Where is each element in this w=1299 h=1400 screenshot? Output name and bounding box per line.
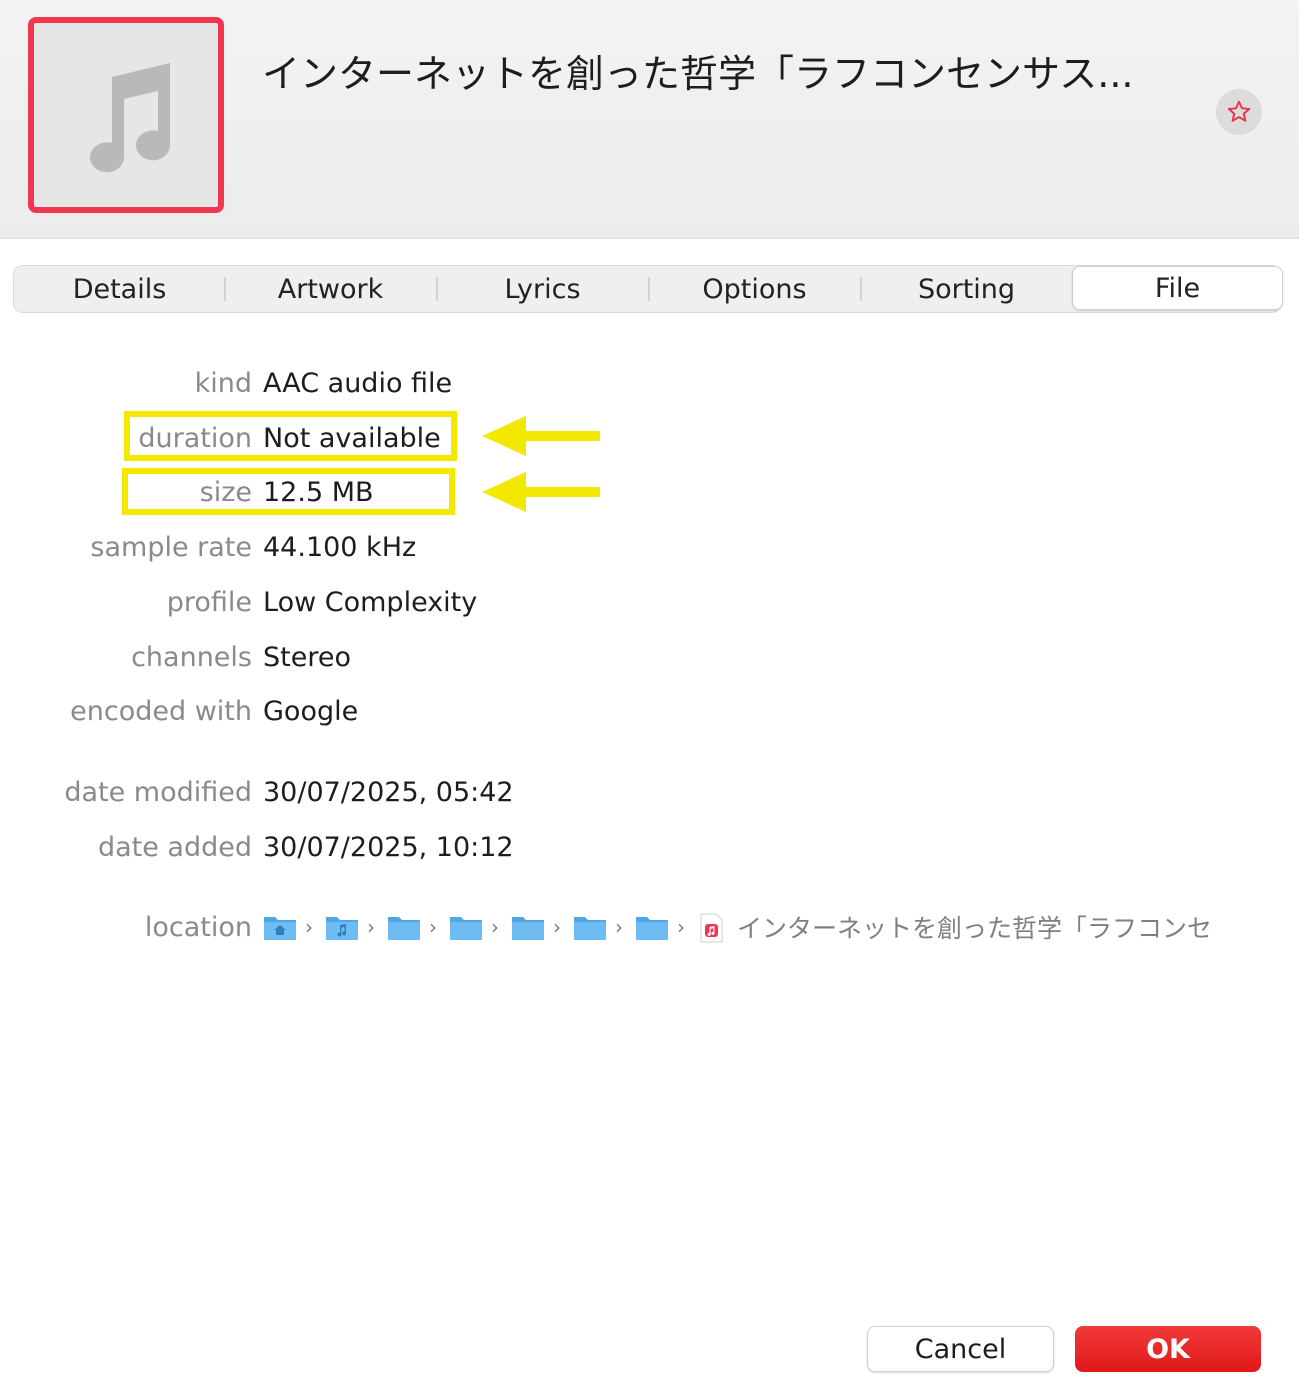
tab-label: Sorting [917,273,1016,305]
star-icon [1227,100,1251,122]
folder-icon[interactable] [573,913,607,941]
folder-icon[interactable] [387,913,421,941]
location-path: › › › › › › › インターネットを創った哲学「ラフコンセ [263,909,1227,945]
size-arrow-icon [482,472,600,512]
location-file-name[interactable]: インターネットを創った哲学「ラフコンセ [737,909,1227,945]
path-separator-icon: › [367,915,375,939]
encoded-with-label: encoded with [70,695,252,727]
track-title: インターネットを創った哲学「ラフコンセンサス... [262,52,1134,96]
path-separator-icon: › [553,915,561,939]
date-modified-label: date modified [64,776,252,808]
home-folder-icon[interactable] [263,913,297,941]
kind-value: AAC audio file [263,367,453,399]
path-separator-icon: › [677,915,685,939]
profile-label: profile [166,586,252,618]
tab-lyrics[interactable]: Lyrics [437,266,648,312]
sample-rate-label: sample rate [90,531,252,563]
channels-row: channels Stereo [0,637,351,677]
favorite-button[interactable] [1216,89,1262,135]
channels-value: Stereo [263,641,351,673]
tab-label: Details [72,273,167,305]
music-note-icon [90,63,171,173]
date-added-row: date added 30/07/2025, 10:12 [0,827,514,867]
dialog-header: インターネットを創った哲学「ラフコンセンサス... [0,0,1299,239]
path-separator-icon: › [491,915,499,939]
channels-label: channels [131,641,252,673]
sample-rate-value: 44.100 kHz [263,531,417,563]
tab-options[interactable]: Options [649,266,860,312]
duration-arrow-icon [482,416,600,456]
encoded-with-row: encoded with Google [0,691,358,731]
date-added-value: 30/07/2025, 10:12 [263,831,514,863]
folder-icon[interactable] [635,913,669,941]
music-folder-icon[interactable] [325,913,359,941]
music-file-icon[interactable] [697,913,725,943]
tab-label: Options [702,273,807,305]
tab-artwork[interactable]: Artwork [225,266,436,312]
path-separator-icon: › [305,915,313,939]
cancel-button[interactable]: Cancel [867,1326,1054,1372]
tab-label: Lyrics [504,273,581,305]
tab-bar: Details Artwork Lyrics Options Sorting F… [13,265,1283,313]
folder-icon[interactable] [511,913,545,941]
ok-button[interactable]: OK [1075,1326,1261,1372]
size-highlight-box [122,468,455,515]
kind-row: kind AAC audio file [0,363,453,403]
location-row: location › › › › › › › インターネットを創った哲学「ラフコ… [0,905,1227,949]
sample-rate-row: sample rate 44.100 kHz [0,527,416,567]
tab-sorting[interactable]: Sorting [861,266,1072,312]
tab-file[interactable]: File [1072,266,1283,310]
date-modified-row: date modified 30/07/2025, 05:42 [0,772,514,812]
date-added-label: date added [97,831,252,863]
location-label: location [144,911,252,943]
kind-label: kind [194,367,252,399]
duration-highlight-box [124,411,457,461]
date-modified-value: 30/07/2025, 05:42 [263,776,514,808]
path-separator-icon: › [429,915,437,939]
tab-label: File [1154,272,1201,304]
path-separator-icon: › [615,915,623,939]
artwork-placeholder[interactable] [28,17,224,213]
tab-label: Artwork [277,273,384,305]
encoded-with-value: Google [263,695,359,727]
tab-details[interactable]: Details [14,266,225,312]
profile-value: Low Complexity [263,586,478,618]
profile-row: profile Low Complexity [0,582,478,622]
folder-icon[interactable] [449,913,483,941]
